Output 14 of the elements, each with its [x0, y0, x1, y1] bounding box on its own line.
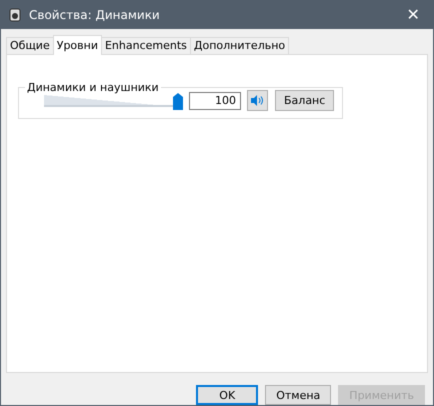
slider-thumb[interactable]	[173, 92, 183, 110]
dialog-button[interactable]: OK	[196, 385, 258, 405]
tab[interactable]: Уровни	[52, 35, 102, 55]
balance-button[interactable]: Баланс	[275, 90, 334, 111]
speaker-icon	[251, 95, 264, 106]
group-title: Динамики и наушники	[26, 81, 160, 94]
tab[interactable]: Дополнительно	[190, 37, 290, 54]
close-button[interactable]: ✕	[393, 1, 433, 29]
tab[interactable]: Общие	[6, 37, 54, 54]
volume-field[interactable]: 100	[189, 92, 241, 110]
speaker-icon	[9, 8, 21, 22]
mute-button[interactable]	[247, 90, 268, 111]
window-title: Свойства: Динамики	[29, 8, 161, 22]
dialog-button[interactable]: Отмена	[265, 385, 332, 405]
